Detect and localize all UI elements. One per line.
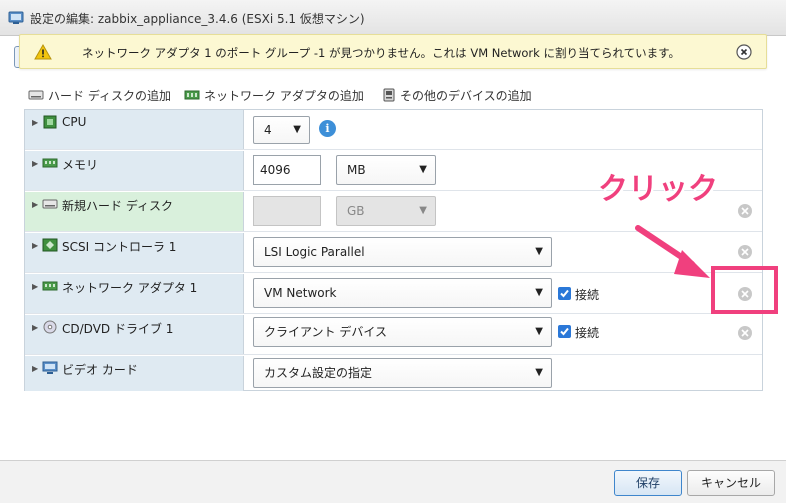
device-icon (383, 88, 395, 102)
save-button[interactable]: 保存 (614, 470, 682, 496)
expand-arrow-icon[interactable]: ▶ (32, 282, 38, 291)
cpu-icon (43, 115, 57, 129)
info-icon[interactable]: i (319, 120, 336, 137)
add-network-adapter-button[interactable]: ネットワーク アダプタの追加 (184, 86, 364, 104)
device-row-cpu: ▶ CPU 4 ▼ i (25, 110, 762, 150)
device-label-video-card: ビデオ カード (62, 363, 138, 377)
device-row-video-card: ▶ ビデオ カード カスタム設定の指定 ▼ (25, 356, 762, 391)
device-label-cddvd: CD/DVD ドライブ 1 (62, 322, 174, 336)
memory-size-input[interactable]: 4096 (253, 155, 321, 185)
cpu-count-select[interactable]: 4 ▼ (253, 116, 310, 144)
memory-icon (42, 158, 58, 168)
add-hard-disk-button[interactable]: ハード ディスクの追加 (28, 86, 171, 104)
disk-unit-value: GB (347, 204, 365, 218)
cddvd-connect-label: 接続 (575, 326, 600, 340)
network-adapter-icon (184, 90, 200, 100)
remove-scsi-icon[interactable] (738, 245, 752, 259)
memory-unit-select[interactable]: MB ▼ (336, 155, 436, 185)
dialog-title: 設定の編集: zabbix_appliance_3.4.6 (ESXi 5.1 … (30, 12, 365, 26)
device-row-header[interactable]: ▶ 新規ハード ディスク (25, 192, 244, 231)
memory-size-value: 4096 (260, 163, 291, 177)
cddvd-select[interactable]: クライアント デバイス ▼ (253, 317, 552, 347)
cddvd-value: クライアント デバイス (264, 325, 387, 339)
chevron-down-icon: ▼ (419, 164, 427, 175)
cpu-count-value: 4 (264, 123, 272, 137)
device-row-header[interactable]: ▶ SCSI コントローラ 1 (25, 233, 244, 272)
memory-unit-value: MB (347, 163, 366, 177)
annotation-highlight-box (711, 266, 778, 314)
chevron-down-icon: ▼ (535, 326, 543, 337)
device-row-header[interactable]: ▶ CD/DVD ドライブ 1 (25, 315, 244, 354)
add-hard-disk-label: ハード ディスクの追加 (48, 88, 171, 103)
expand-arrow-icon[interactable]: ▶ (32, 241, 38, 250)
network-adapter-icon (42, 281, 58, 291)
chevron-down-icon: ▼ (535, 287, 543, 298)
device-label-cpu: CPU (62, 115, 87, 129)
add-other-device-label: その他のデバイスの追加 (400, 88, 532, 103)
device-row-cddvd: ▶ CD/DVD ドライブ 1 クライアント デバイス ▼ 接続 (25, 315, 762, 355)
hard-disk-icon (28, 90, 44, 100)
video-card-select[interactable]: カスタム設定の指定 ▼ (253, 358, 552, 388)
cd-dvd-icon (43, 320, 57, 334)
vm-icon (8, 11, 24, 24)
expand-arrow-icon[interactable]: ▶ (32, 323, 38, 332)
expand-arrow-icon[interactable]: ▶ (32, 118, 38, 127)
close-warning-icon[interactable] (736, 44, 752, 60)
scsi-controller-icon (42, 238, 58, 252)
device-row-header[interactable]: ▶ ビデオ カード (25, 356, 244, 391)
remove-hard-disk-icon[interactable] (738, 204, 752, 218)
device-label-memory: メモリ (62, 158, 99, 172)
chevron-down-icon: ▼ (535, 367, 543, 378)
warning-banner: ネットワーク アダプタ 1 のポート グループ -1 が見つかりません。これは … (19, 34, 767, 69)
add-other-device-button[interactable]: その他のデバイスの追加 (382, 86, 532, 104)
remove-cddvd-icon[interactable] (738, 326, 752, 340)
network-value: VM Network (264, 286, 337, 300)
warning-icon (34, 44, 52, 60)
cddvd-connect-checkbox[interactable] (558, 325, 571, 338)
expand-arrow-icon[interactable]: ▶ (32, 364, 38, 373)
network-connect-checkbox[interactable] (558, 287, 571, 300)
expand-arrow-icon[interactable]: ▶ (32, 200, 38, 209)
device-label-network-adapter: ネットワーク アダプタ 1 (62, 281, 198, 295)
network-connect-label: 接続 (575, 288, 600, 302)
chevron-down-icon: ▼ (293, 124, 301, 135)
expand-arrow-icon[interactable]: ▶ (32, 159, 38, 168)
scsi-type-select[interactable]: LSI Logic Parallel ▼ (253, 237, 552, 267)
device-label-new-hard-disk: 新規ハード ディスク (62, 199, 173, 213)
chevron-down-icon: ▼ (419, 205, 427, 216)
device-row-header[interactable]: ▶ ネットワーク アダプタ 1 (25, 274, 244, 313)
dialog-footer: 保存 キャンセル (0, 460, 786, 503)
video-card-value: カスタム設定の指定 (264, 366, 373, 380)
warning-message: ネットワーク アダプタ 1 のポート グループ -1 が見つかりません。これは … (82, 46, 680, 60)
disk-size-input[interactable] (253, 196, 321, 226)
hard-disk-icon (42, 199, 58, 209)
disk-unit-select[interactable]: GB ▼ (336, 196, 436, 226)
device-row-header[interactable]: ▶ CPU (25, 110, 244, 149)
scsi-type-value: LSI Logic Parallel (264, 245, 365, 259)
annotation-arrow-icon (635, 225, 710, 278)
chevron-down-icon: ▼ (535, 246, 543, 257)
cancel-button[interactable]: キャンセル (687, 470, 775, 496)
dialog-titlebar: 設定の編集: zabbix_appliance_3.4.6 (ESXi 5.1 … (0, 0, 786, 36)
add-network-adapter-label: ネットワーク アダプタの追加 (204, 88, 364, 103)
network-select[interactable]: VM Network ▼ (253, 278, 552, 308)
device-label-scsi: SCSI コントローラ 1 (62, 240, 177, 254)
annotation-click-label: クリック (598, 172, 718, 207)
device-row-header[interactable]: ▶ メモリ (25, 151, 244, 190)
video-card-icon (42, 361, 58, 374)
